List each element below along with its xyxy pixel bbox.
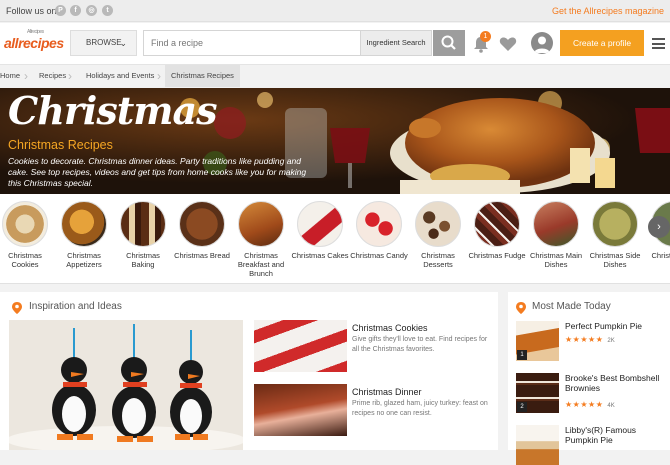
logo-text: allrecipes bbox=[4, 35, 64, 51]
user-icon bbox=[534, 36, 550, 53]
dinner-thumbnail bbox=[254, 384, 347, 436]
brownies-thumbnail: 2 bbox=[516, 373, 559, 413]
rating-count: 4K bbox=[607, 403, 615, 409]
top-bar: Follow us on: P f ◎ t Get the Allrecipes… bbox=[0, 0, 670, 22]
pumpkin-pie-thumbnail: 1 bbox=[516, 321, 559, 361]
notification-badge: 1 bbox=[480, 31, 491, 42]
ingredient-search-button[interactable]: Ingredient Search bbox=[360, 30, 432, 56]
breadcrumb-recipes[interactable]: Recipes bbox=[39, 65, 66, 87]
category-label: Christmas Main Dishes bbox=[529, 251, 583, 269]
card-title: Christmas Cookies bbox=[352, 323, 428, 333]
category-christmas-baking[interactable]: Christmas Baking bbox=[114, 201, 172, 269]
twitter-icon[interactable]: t bbox=[102, 5, 113, 16]
magazine-link[interactable]: Get the Allrecipes magazine bbox=[552, 6, 664, 16]
rating-count: 2K bbox=[607, 338, 615, 344]
category-christmas-main-dishes[interactable]: Christmas Main Dishes bbox=[527, 201, 585, 269]
pinterest-icon[interactable]: P bbox=[55, 5, 66, 16]
libbys-pie-thumbnail bbox=[516, 425, 559, 465]
category-label: Christmas Side Dishes bbox=[589, 251, 641, 269]
hero-description: Cookies to decorate. Christmas dinner id… bbox=[8, 156, 307, 188]
search-input[interactable]: Find a recipe bbox=[143, 30, 361, 56]
card-description: Give gifts they'll love to eat. Find rec… bbox=[352, 336, 488, 353]
facebook-icon[interactable]: f bbox=[70, 5, 81, 16]
category-christmas-side-dishes[interactable]: Christmas Side Dishes bbox=[586, 201, 644, 269]
browse-label: BROWSE bbox=[86, 38, 122, 47]
category-label: Christmas Desserts bbox=[421, 251, 455, 269]
carousel-next-icon[interactable]: › bbox=[648, 216, 670, 238]
header: Allrecipes allrecipes BROWSE ⌄ Find a re… bbox=[0, 23, 670, 65]
inspiration-section: Inspiration and Ideas Christmas Cookies … bbox=[0, 292, 498, 450]
hero-banner: Christmas Christmas Recipes Cookies to d… bbox=[0, 88, 670, 194]
breadcrumb-separator-icon: › bbox=[24, 69, 28, 83]
heart-icon[interactable] bbox=[499, 36, 517, 52]
category-christmas-breakfast[interactable]: Christmas Breakfast and Brunch bbox=[232, 201, 290, 278]
category-label: Christmas Breakfast and Brunch bbox=[237, 251, 285, 278]
rank-badge: 2 bbox=[517, 402, 527, 412]
location-pin-icon bbox=[516, 302, 526, 314]
browse-button[interactable]: BROWSE ⌄ bbox=[70, 30, 137, 56]
avatar[interactable] bbox=[531, 32, 553, 54]
category-label: Christmas Baking bbox=[126, 251, 160, 269]
logo-small-text: Allrecipes bbox=[27, 29, 44, 35]
hero-subtitle: Christmas Recipes bbox=[8, 138, 113, 152]
category-christmas-bread[interactable]: Christmas Bread bbox=[173, 201, 231, 260]
allrecipes-logo[interactable]: Allrecipes allrecipes bbox=[4, 29, 64, 51]
most-made-section: Most Made Today 1 Perfect Pumpkin Pie ★★… bbox=[508, 292, 670, 465]
inspiration-title: Inspiration and Ideas bbox=[29, 301, 122, 312]
category-christmas-appetizers[interactable]: Christmas Appetizers bbox=[55, 201, 113, 269]
category-label: Christmas Candy bbox=[350, 251, 408, 260]
recipe-title: Libby's(R) Famous Pumpkin Pie bbox=[565, 425, 637, 445]
rank-badge: 1 bbox=[517, 350, 527, 360]
breadcrumb-holidays[interactable]: Holidays and Events bbox=[86, 65, 154, 87]
breadcrumb-separator-icon: › bbox=[68, 69, 72, 83]
category-christmas-fudge[interactable]: Christmas Fudge bbox=[468, 201, 526, 260]
create-profile-button[interactable]: Create a profile bbox=[560, 30, 644, 56]
location-pin-icon bbox=[12, 302, 22, 314]
hero-title: Christmas bbox=[8, 88, 217, 133]
category-label: Christmas Cakes bbox=[291, 251, 349, 260]
card-description: Prime rib, glazed ham, juicy turkey: fea… bbox=[352, 400, 488, 417]
category-christmas-cakes[interactable]: Christmas Cakes bbox=[291, 201, 349, 260]
category-label: Christmas Fudge bbox=[468, 251, 526, 260]
chevron-down-icon: ⌄ bbox=[119, 38, 127, 48]
menu-icon[interactable] bbox=[652, 38, 665, 49]
breadcrumb: Home › Recipes › Holidays and Events › C… bbox=[0, 65, 670, 87]
breadcrumb-home[interactable]: Home bbox=[0, 65, 20, 87]
category-label: Christmas Bread bbox=[174, 251, 230, 260]
category-christmas-candy[interactable]: Christmas Candy bbox=[350, 201, 408, 260]
star-rating: ★★★★★ 2K bbox=[565, 335, 615, 344]
search-button[interactable] bbox=[433, 30, 465, 56]
category-christmas-desserts[interactable]: Christmas Desserts bbox=[409, 201, 467, 269]
category-label: Christmas Cookies bbox=[8, 251, 42, 269]
cookies-thumbnail bbox=[254, 320, 347, 372]
penguin-feature-image[interactable] bbox=[9, 320, 243, 450]
category-carousel: Christmas Cookies Christmas Appetizers C… bbox=[0, 194, 670, 284]
instagram-icon[interactable]: ◎ bbox=[86, 5, 97, 16]
search-icon bbox=[441, 35, 456, 50]
recipe-title: Perfect Pumpkin Pie bbox=[565, 321, 643, 331]
breadcrumb-current: Christmas Recipes bbox=[165, 65, 240, 87]
category-label: Christmas Sa bbox=[651, 251, 670, 260]
category-label: Christmas Appetizers bbox=[66, 251, 102, 269]
category-christmas-cookies[interactable]: Christmas Cookies bbox=[0, 201, 54, 269]
follow-label: Follow us on: bbox=[6, 6, 60, 16]
recipe-title: Brooke's Best Bombshell Brownies bbox=[565, 373, 660, 393]
most-made-title: Most Made Today bbox=[532, 301, 611, 312]
penguin-image bbox=[9, 320, 243, 450]
star-rating: ★★★★★ 4K bbox=[565, 400, 615, 409]
card-title: Christmas Dinner bbox=[352, 387, 422, 397]
